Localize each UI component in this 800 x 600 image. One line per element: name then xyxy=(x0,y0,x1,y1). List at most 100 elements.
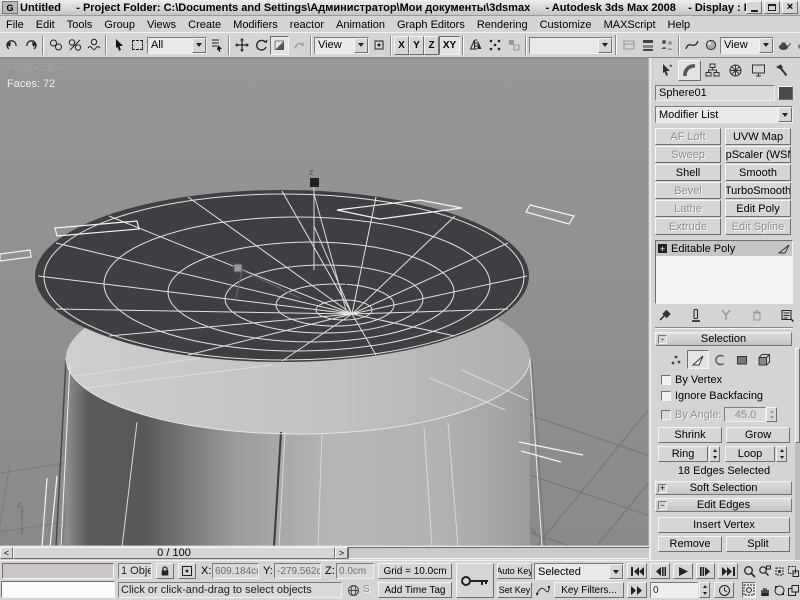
quick-render-button[interactable] xyxy=(793,36,800,55)
arc-rotate-button[interactable] xyxy=(773,582,786,598)
previous-frame-button[interactable] xyxy=(650,563,670,579)
modifier-list-dropdown[interactable]: Modifier List xyxy=(655,106,793,123)
go-to-end-button[interactable] xyxy=(718,563,738,579)
grow-button[interactable]: Grow xyxy=(726,427,790,443)
selection-lock-button[interactable] xyxy=(156,563,174,579)
manage-layers-button[interactable] xyxy=(638,36,657,55)
pan-button[interactable] xyxy=(757,582,772,598)
modifier-button-mapscaler[interactable]: apScaler (WSM xyxy=(725,146,791,163)
collapse-icon[interactable]: - xyxy=(658,335,667,344)
object-color-swatch[interactable] xyxy=(778,86,793,100)
unlink-button[interactable] xyxy=(65,36,84,55)
restrict-x-button[interactable]: X xyxy=(394,36,409,55)
vertex-mode-button[interactable] xyxy=(665,350,687,369)
restrict-y-button[interactable]: Y xyxy=(409,36,424,55)
time-step-back-button[interactable]: < xyxy=(0,547,13,559)
dropdown-arrow-icon[interactable] xyxy=(778,107,792,122)
add-time-tag[interactable]: Add Time Tag xyxy=(378,582,452,598)
menu-views[interactable]: Views xyxy=(141,19,182,31)
expand-icon[interactable]: + xyxy=(658,484,667,493)
border-mode-button[interactable] xyxy=(709,350,731,369)
modifier-stack-entry[interactable]: + Editable Poly xyxy=(656,241,792,256)
menu-group[interactable]: Group xyxy=(98,19,141,31)
play-button[interactable] xyxy=(673,563,693,579)
select-by-name-button[interactable] xyxy=(207,36,226,55)
bind-spacewarp-button[interactable] xyxy=(84,36,103,55)
go-to-start-button[interactable] xyxy=(627,563,647,579)
edit-edges-rollout-header[interactable]: - Edit Edges xyxy=(655,498,792,512)
stack-expand-icon[interactable]: + xyxy=(658,244,667,253)
dropdown-arrow-icon[interactable] xyxy=(192,38,206,53)
globe-status-icon[interactable] xyxy=(345,582,361,598)
show-end-result-button[interactable] xyxy=(689,308,703,322)
maxscript-listener-pink[interactable] xyxy=(2,563,114,579)
auto-key-button[interactable]: Auto Key xyxy=(497,563,532,579)
zoom-button[interactable] xyxy=(742,563,756,579)
loop-button[interactable]: Loop xyxy=(725,446,775,462)
by-vertex-checkbox[interactable] xyxy=(661,375,671,385)
absolute-offset-toggle[interactable] xyxy=(178,563,196,579)
maximize-viewport-toggle[interactable] xyxy=(787,582,800,598)
use-pivot-center-button[interactable] xyxy=(369,36,388,55)
tab-hierarchy[interactable] xyxy=(701,60,724,81)
zoom-all-button[interactable] xyxy=(757,563,772,579)
dropdown-arrow-icon[interactable] xyxy=(609,564,623,579)
ring-button[interactable]: Ring xyxy=(658,446,708,462)
dropdown-arrow-icon[interactable] xyxy=(598,38,612,53)
z-coordinate-field[interactable]: 0.0cm xyxy=(336,563,374,579)
tab-modify[interactable] xyxy=(678,60,701,81)
panel-scrollbar-thumb[interactable] xyxy=(795,348,800,443)
key-filters-button[interactable]: Key Filters... xyxy=(554,582,624,598)
object-name-field[interactable] xyxy=(655,85,775,101)
menu-help[interactable]: Help xyxy=(662,19,697,31)
restore-button[interactable] xyxy=(764,1,780,14)
shrink-button[interactable]: Shrink xyxy=(658,427,722,443)
next-frame-button[interactable] xyxy=(696,563,715,579)
selection-set-dropdown[interactable]: Selected xyxy=(534,563,624,580)
menu-graph-editors[interactable]: Graph Editors xyxy=(391,19,471,31)
menu-file[interactable]: File xyxy=(0,19,30,31)
collapse-icon[interactable]: - xyxy=(658,501,667,510)
dropdown-arrow-icon[interactable] xyxy=(759,38,773,53)
tab-motion[interactable] xyxy=(724,60,747,81)
current-frame-field[interactable]: 0 xyxy=(650,582,698,598)
key-mode-toggle[interactable] xyxy=(627,582,647,598)
zoom-extents-button[interactable] xyxy=(773,563,786,579)
redo-button[interactable] xyxy=(21,36,40,55)
dropdown-arrow-icon[interactable] xyxy=(354,38,368,53)
material-editor-button[interactable] xyxy=(701,36,720,55)
select-rotate-button[interactable] xyxy=(251,36,270,55)
mirror-button[interactable] xyxy=(466,36,485,55)
select-manipulate-button[interactable] xyxy=(289,36,308,55)
select-link-button[interactable] xyxy=(46,36,65,55)
configure-modifier-sets-button[interactable] xyxy=(780,308,794,322)
menu-maxscript[interactable]: MAXScript xyxy=(598,19,662,31)
time-step-forward-button[interactable]: > xyxy=(335,547,348,559)
menu-customize[interactable]: Customize xyxy=(534,19,598,31)
select-move-button[interactable] xyxy=(232,36,251,55)
region-zoom-button[interactable] xyxy=(742,582,756,598)
menu-animation[interactable]: Animation xyxy=(330,19,391,31)
restrict-xy-plane-button[interactable]: XY xyxy=(439,36,460,55)
loop-spinner[interactable] xyxy=(776,446,787,462)
modifier-button-uvw-map[interactable]: UVW Map xyxy=(725,128,791,145)
x-coordinate-field[interactable]: 609.184cm xyxy=(212,563,259,579)
panel-scrollbar[interactable] xyxy=(795,348,800,560)
zoom-extents-all-button[interactable] xyxy=(787,563,800,579)
curve-editor-button[interactable] xyxy=(682,36,701,55)
modifier-button-smooth[interactable]: Smooth xyxy=(725,164,791,181)
remove-button[interactable]: Remove xyxy=(658,536,722,552)
time-configuration-button[interactable] xyxy=(714,582,734,598)
default-in-out-tangents-button[interactable] xyxy=(534,582,552,598)
polygon-mode-button[interactable] xyxy=(731,350,753,369)
snaps-toggle-button[interactable] xyxy=(485,36,504,55)
tab-create[interactable] xyxy=(655,60,678,81)
menu-edit[interactable]: Edit xyxy=(30,19,61,31)
minimize-button[interactable] xyxy=(746,1,762,14)
render-type-dropdown[interactable]: View xyxy=(720,37,774,54)
set-key-button[interactable]: Set Key xyxy=(497,582,532,598)
rect-selection-region-button[interactable] xyxy=(128,36,147,55)
time-slider-handle[interactable]: 0 / 100 xyxy=(13,547,335,559)
menu-modifiers[interactable]: Modifiers xyxy=(227,19,284,31)
edge-mode-button[interactable] xyxy=(687,350,709,369)
